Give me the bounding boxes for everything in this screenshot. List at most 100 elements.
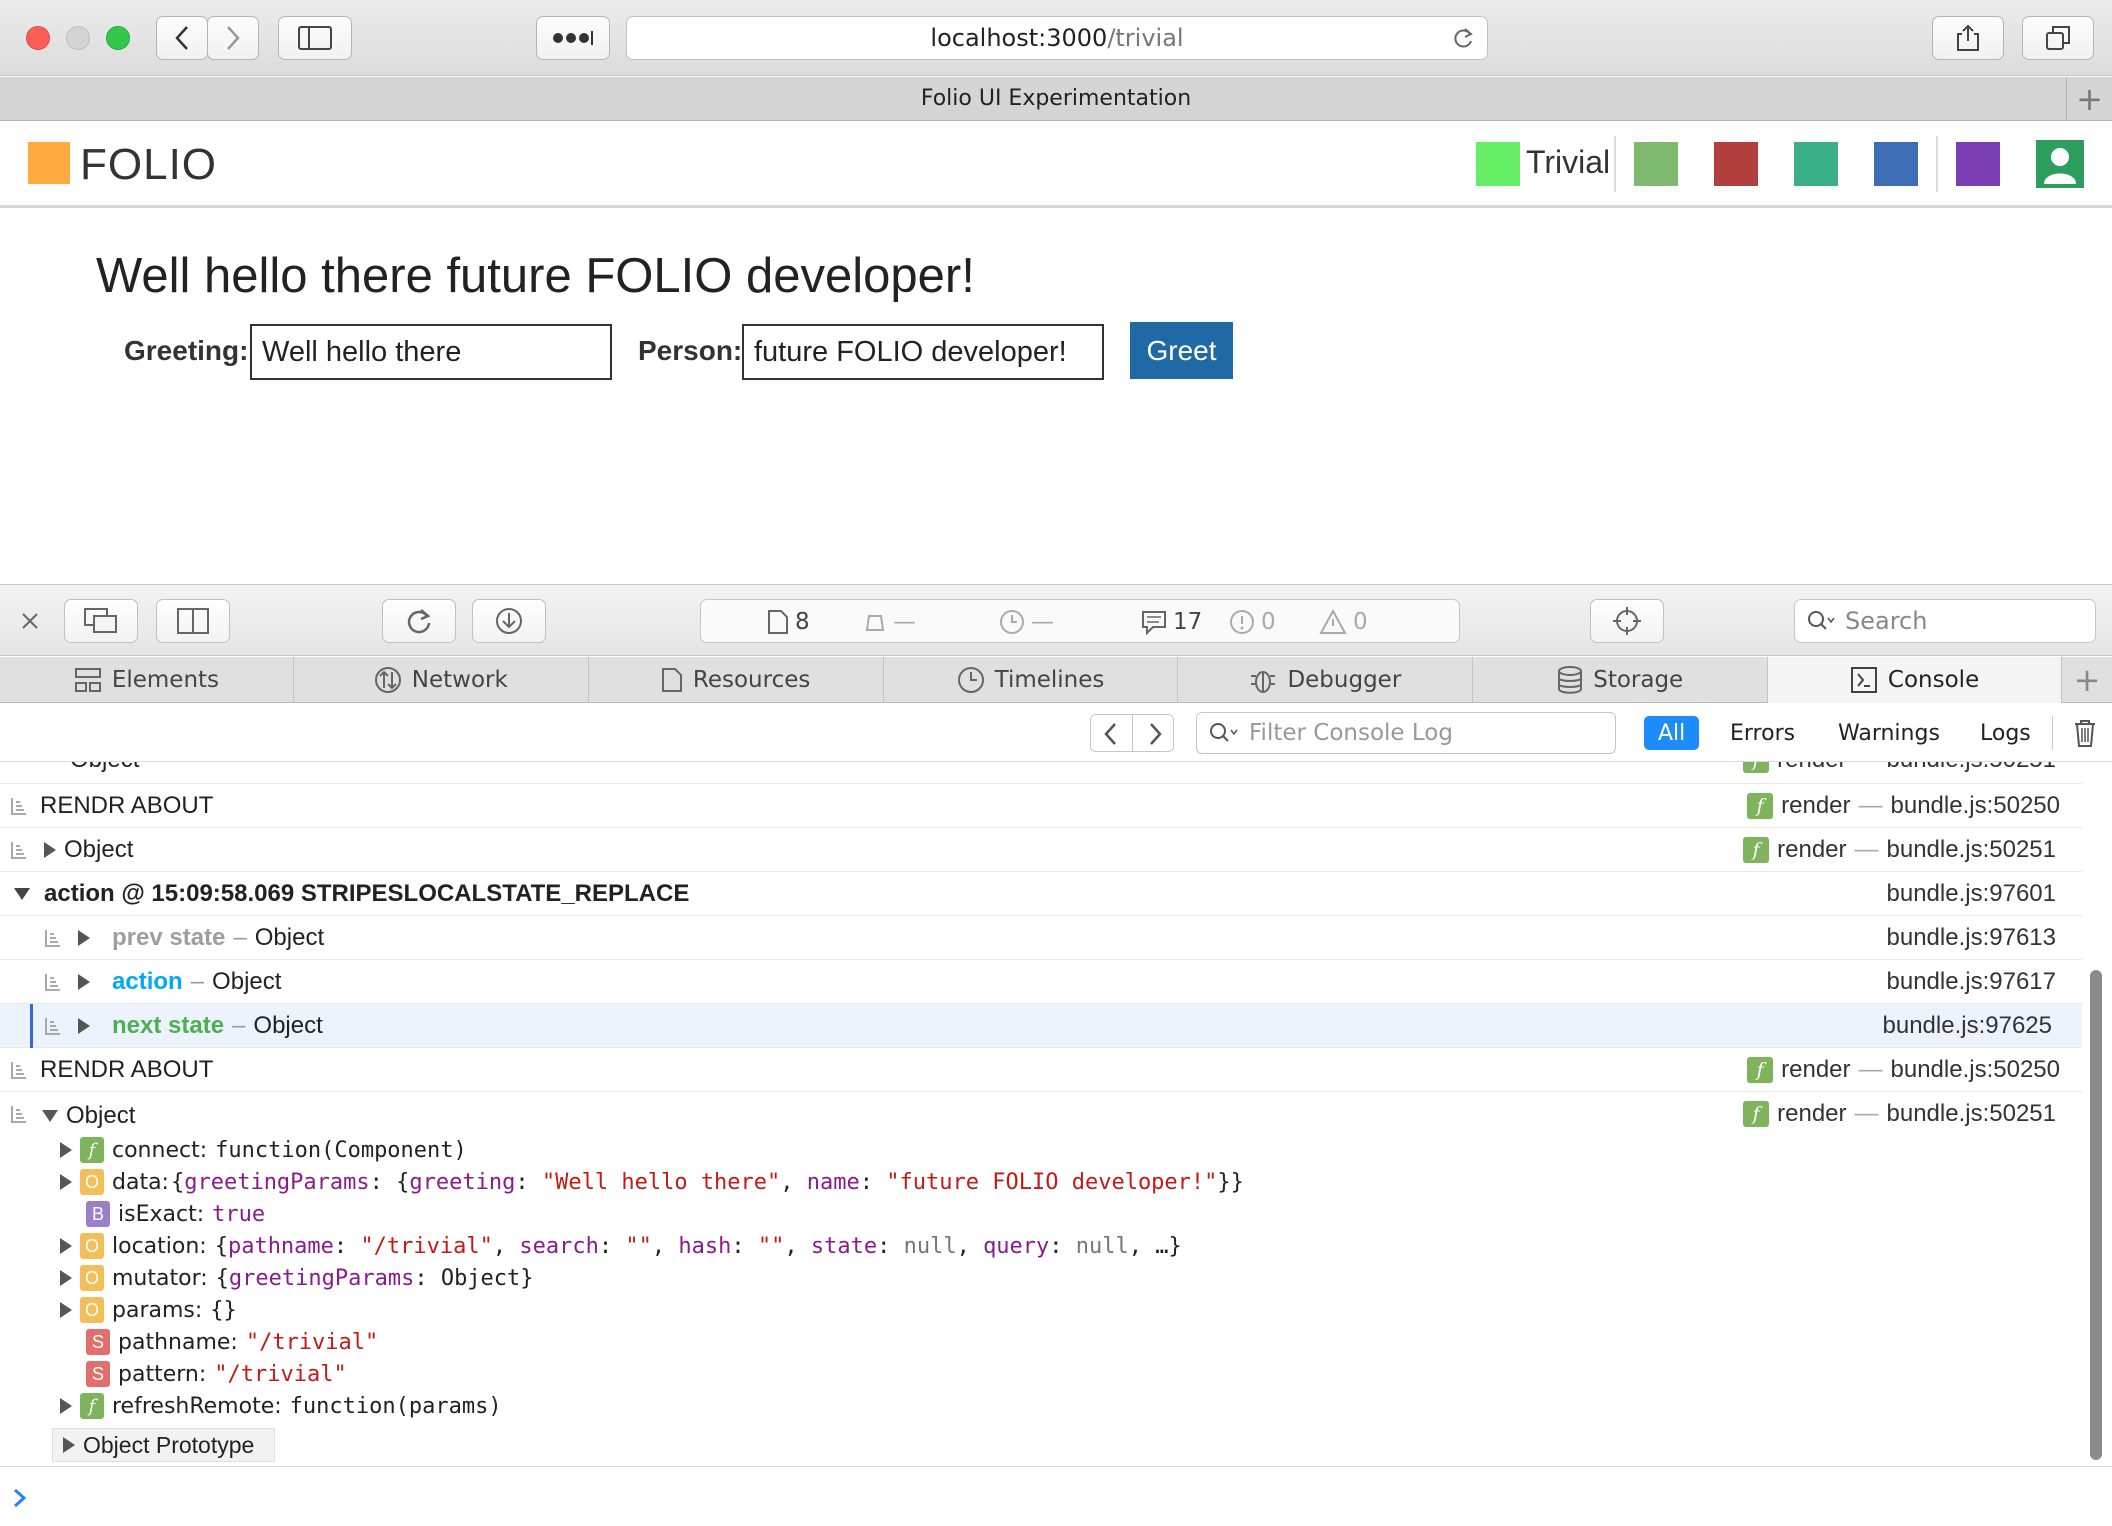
property-isExact[interactable]: B isExact: true — [86, 1198, 265, 1230]
log-source[interactable]: f render — bundle.js:50251 — [1743, 836, 2056, 864]
nav-app-red-icon[interactable] — [1714, 142, 1758, 186]
filter-logs[interactable]: Logs — [1972, 716, 2039, 750]
log-source[interactable]: f render — bundle.js:50251 — [1743, 1100, 2056, 1128]
property-location[interactable]: O location: {pathname: "/trivial", searc… — [60, 1230, 1182, 1262]
log-row-expanded[interactable]: Object f render — bundle.js:50251 f conn… — [0, 1092, 2082, 1466]
expand-triangle-icon[interactable] — [60, 1238, 72, 1254]
property-data[interactable]: O data: {greetingParams: {greeting: "Wel… — [60, 1166, 1244, 1198]
app-logo-text[interactable]: FOLIO — [80, 140, 217, 190]
nav-app-purple-icon[interactable] — [1956, 142, 2000, 186]
close-window-button[interactable] — [26, 26, 50, 50]
tab-title[interactable]: Folio UI Experimentation — [921, 86, 1191, 111]
resources-count[interactable]: 8 — [767, 600, 810, 644]
tab-elements[interactable]: Elements — [0, 657, 294, 703]
inspect-element-button[interactable] — [1590, 599, 1664, 643]
warnings-count[interactable]: 0 — [1319, 600, 1368, 644]
greet-button[interactable]: Greet — [1130, 322, 1233, 379]
address-bar[interactable]: localhost:3000/trivial — [626, 16, 1488, 60]
nav-trivial-label[interactable]: Trivial — [1526, 144, 1610, 181]
property-connect[interactable]: f connect: function(Component) — [60, 1134, 467, 1166]
console-scrollbar[interactable] — [2090, 970, 2102, 1460]
expand-triangle-icon[interactable] — [60, 1174, 72, 1190]
tab-debugger[interactable]: Debugger — [1178, 657, 1474, 703]
log-source[interactable]: f render — bundle.js:50250 — [1747, 792, 2060, 820]
reload-page-button[interactable] — [382, 599, 456, 643]
trash-icon[interactable] — [2072, 718, 2098, 748]
expand-triangle-icon[interactable] — [60, 1398, 72, 1414]
load-time-indicator[interactable]: — — [999, 600, 1054, 644]
minimize-window-button[interactable] — [66, 26, 90, 50]
console-prompt[interactable] — [0, 1466, 2112, 1526]
filter-errors[interactable]: Errors — [1722, 716, 1803, 750]
forward-button[interactable] — [207, 16, 259, 60]
collapse-triangle-icon[interactable] — [14, 887, 30, 900]
nav-app-green-icon[interactable] — [1634, 142, 1678, 186]
property-params[interactable]: O params: {} — [60, 1294, 237, 1326]
log-row[interactable]: action – Object bundle.js:97617 — [0, 960, 2082, 1004]
property-pathname[interactable]: S pathname: "/trivial" — [86, 1326, 378, 1358]
expand-triangle-icon[interactable] — [44, 841, 56, 858]
reload-icon[interactable] — [1451, 27, 1475, 51]
collapse-triangle-icon[interactable] — [42, 1110, 58, 1122]
log-source[interactable]: bundle.js:97601 — [1887, 880, 2056, 908]
log-source[interactable]: f render — bundle.js:50250 — [1747, 1056, 2060, 1084]
tabs-overview-button[interactable] — [2022, 16, 2094, 60]
log-source[interactable]: bundle.js:97617 — [1887, 968, 2056, 996]
filter-all[interactable]: All — [1644, 716, 1700, 750]
folio-logo-icon[interactable] — [28, 142, 70, 184]
log-row[interactable]: RENDR ABOUT f render — bundle.js:50250 — [0, 1048, 2082, 1092]
log-group-header[interactable]: action @ 15:09:58.069 STRIPESLOCALSTATE_… — [0, 872, 2082, 916]
profile-icon[interactable] — [2036, 140, 2084, 188]
property-key: params: — [112, 1297, 203, 1323]
tab-resources[interactable]: Resources — [589, 657, 884, 703]
log-row[interactable]: RENDR ABOUT f render — bundle.js:50250 — [0, 784, 2082, 828]
new-tab-button[interactable]: + — [2066, 77, 2112, 121]
property-refreshRemote[interactable]: f refreshRemote: function(params) — [60, 1390, 502, 1422]
share-button[interactable] — [1932, 16, 2004, 60]
download-button[interactable] — [472, 599, 546, 643]
inspector-search-input[interactable]: Search — [1794, 599, 2096, 643]
logs-count[interactable]: 17 — [1141, 600, 1202, 644]
log-source[interactable]: bundle.js:97613 — [1887, 924, 2056, 952]
log-row[interactable]: Object f render — bundle.js:50251 — [0, 762, 2082, 784]
more-button[interactable] — [536, 16, 610, 60]
trivial-app-icon[interactable] — [1476, 142, 1520, 186]
expand-triangle-icon[interactable] — [60, 1270, 72, 1286]
next-icon[interactable] — [1147, 722, 1163, 746]
sidebar-toggle-button[interactable] — [278, 16, 352, 60]
tab-console[interactable]: Console — [1768, 657, 2063, 703]
log-row[interactable]: prev state – Object bundle.js:97613 — [0, 916, 2082, 960]
add-tab-button[interactable]: + — [2062, 657, 2112, 703]
log-source[interactable]: bundle.js:97625 — [1883, 1012, 2052, 1040]
tab-storage[interactable]: Storage — [1473, 657, 1769, 703]
filter-console-input[interactable]: Filter Console Log — [1196, 712, 1616, 754]
property-pattern[interactable]: S pattern: "/trivial" — [86, 1358, 347, 1390]
log-row-selected[interactable]: next state – Object bundle.js:97625 — [0, 1004, 2082, 1048]
tab-timelines[interactable]: Timelines — [884, 657, 1179, 703]
expand-triangle-icon[interactable] — [78, 973, 90, 990]
expand-triangle-icon[interactable] — [78, 929, 90, 946]
errors-count[interactable]: 0 — [1229, 600, 1276, 644]
person-input[interactable]: future FOLIO developer! — [742, 324, 1104, 380]
expand-triangle-icon[interactable] — [63, 1437, 75, 1453]
object-prototype[interactable]: Object Prototype — [52, 1428, 276, 1462]
expand-triangle-icon[interactable] — [78, 1017, 90, 1034]
inspector-dashboard[interactable]: 8 — — 17 0 0 — [700, 599, 1460, 643]
nav-app-blue-icon[interactable] — [1874, 142, 1918, 186]
network-indicator[interactable]: — — [863, 600, 916, 644]
filter-warnings[interactable]: Warnings — [1830, 716, 1948, 750]
property-mutator[interactable]: O mutator: {greetingParams: Object} — [60, 1262, 534, 1294]
greeting-input[interactable]: Well hello there — [250, 324, 612, 380]
log-row[interactable]: Object f render — bundle.js:50251 — [0, 828, 2082, 872]
expand-triangle-icon[interactable] — [60, 1302, 72, 1318]
zoom-window-button[interactable] — [106, 26, 130, 50]
log-source[interactable]: f render — bundle.js:50251 — [1743, 762, 2056, 774]
nav-app-teal-icon[interactable] — [1794, 142, 1838, 186]
undock-button[interactable] — [64, 599, 138, 643]
expand-triangle-icon[interactable] — [60, 1142, 72, 1158]
tab-network[interactable]: Network — [294, 657, 589, 703]
previous-icon[interactable] — [1103, 722, 1119, 746]
dock-side-button[interactable] — [156, 599, 230, 643]
back-button[interactable] — [156, 16, 208, 60]
close-inspector-icon[interactable] — [20, 611, 40, 631]
